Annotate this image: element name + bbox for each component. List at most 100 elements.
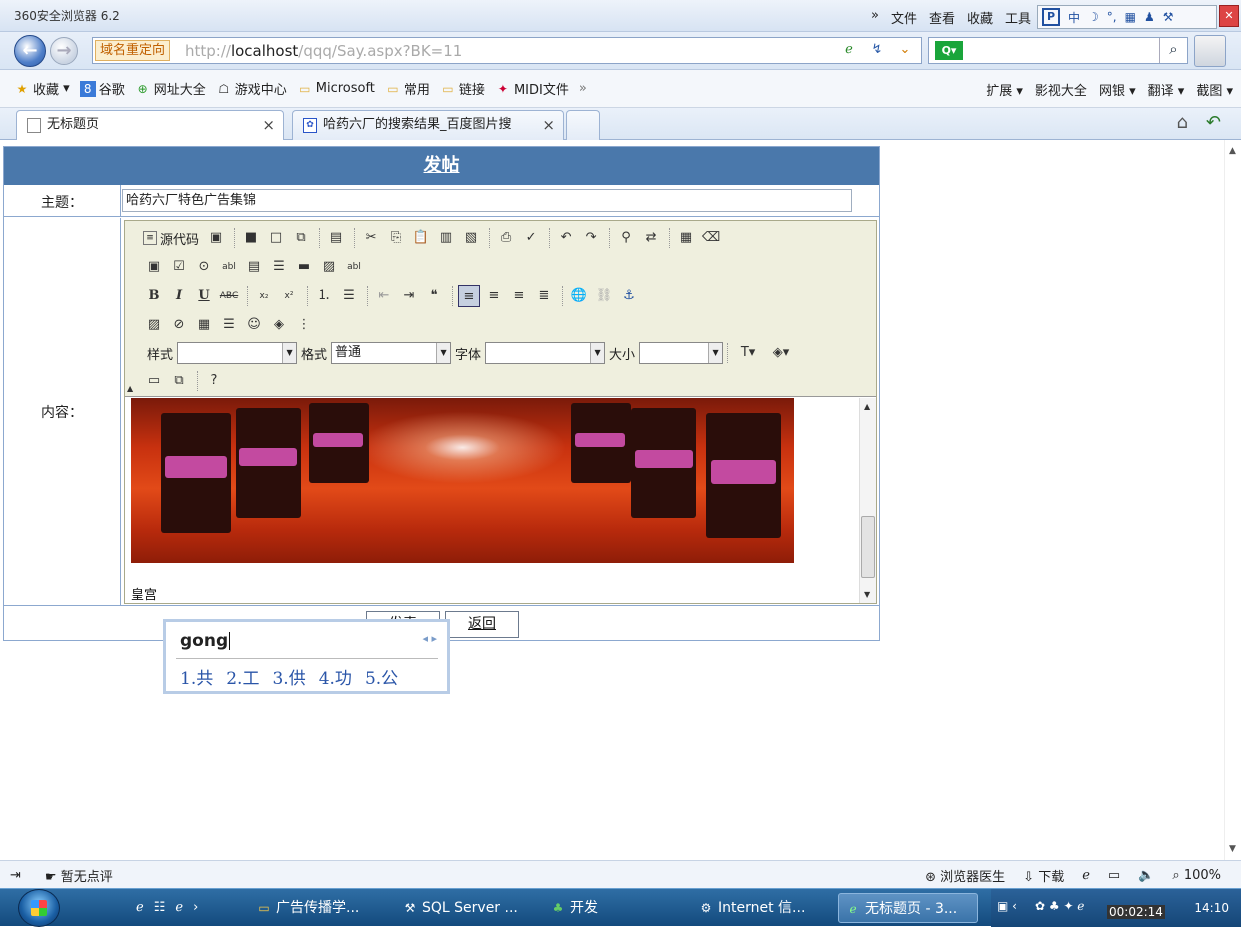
tab-close-icon[interactable]: × [262,111,275,139]
preview-zoom-icon[interactable]: ⧉ [168,370,190,392]
image-button-icon[interactable]: ▨ [318,256,340,278]
table-icon[interactable]: ▦ [193,314,215,336]
user-avatar[interactable] [1194,35,1226,67]
ime-candidate[interactable]: 2.工 [226,664,259,689]
wrench-icon[interactable]: ⚒ [1163,10,1174,24]
outdent-icon[interactable]: ⇤ [373,285,395,307]
address-bar[interactable]: 域名重定向 http://localhost/qqq/Say.aspx?BK=1… [92,37,922,64]
dropdown-arrow-icon[interactable]: ▼ [708,343,723,363]
paste-icon[interactable]: 📋 [410,227,432,249]
tab-close-icon[interactable]: × [542,111,555,139]
button-field-icon[interactable]: ▬ [293,256,315,278]
ime-page-arrows-icon[interactable]: ◂ ▸ [422,632,437,645]
redo-icon[interactable]: ↷ [580,227,602,249]
superscript-icon[interactable]: x² [278,285,300,307]
refresh-icon[interactable]: ↯ [867,41,887,61]
bg-color-icon[interactable]: ◈▾ [766,342,796,364]
form-icon[interactable]: ▣ [143,256,165,278]
ie-mode-icon[interactable]: ℯ [1082,868,1090,883]
editor-content-area[interactable]: 皇宫 ▲ ▼ [125,398,876,603]
anchor-icon[interactable]: ⚓ [618,285,640,307]
ime-candidate[interactable]: 5.公 [365,664,398,689]
fav-item-microsoft[interactable]: ▭ Microsoft [297,81,375,97]
align-left-icon[interactable]: ≡ [458,285,480,307]
show-desktop-icon[interactable]: ☷ [154,900,166,915]
window-close-button[interactable]: ✕ [1219,5,1239,27]
dropdown-icon[interactable]: ⌄ [895,41,915,61]
menu-favorites[interactable]: 收藏 [967,8,993,27]
dropdown-arrow-icon[interactable]: ▼ [590,343,605,363]
ime-candidate[interactable]: 4.功 [319,664,352,689]
special-char-icon[interactable]: ◈ [268,314,290,336]
ime-candidate[interactable]: 3.供 [272,664,305,689]
indent-icon[interactable]: ⇥ [398,285,420,307]
domain-redirect-badge[interactable]: 域名重定向 [95,40,171,61]
translate-button[interactable]: 翻译 ▾ [1148,80,1185,99]
user-icon[interactable]: ♟ [1144,10,1155,24]
style-select[interactable]: ▼ [177,342,298,364]
task-iis[interactable]: ⚙ Internet 信... [692,893,832,923]
punctuation-icon[interactable]: °, [1107,10,1117,24]
review-status[interactable]: ☛ 暂无点评 [45,866,113,885]
menu-view[interactable]: 查看 [929,8,955,27]
fav-item-google[interactable]: 8 谷歌 [79,79,125,98]
zoom-level[interactable]: ⌕ 100% [1172,868,1221,883]
replace-icon[interactable]: ⇄ [640,227,662,249]
browser-360-icon[interactable]: ℯ [136,900,144,915]
radio-icon[interactable]: ⊙ [193,256,215,278]
show-blocks-icon[interactable]: ▭ [143,370,165,392]
tab-untitled[interactable]: 无标题页 × [16,110,284,140]
new-page-icon[interactable]: □ [265,227,287,249]
fav-item-games[interactable]: ☖ 游戏中心 [216,79,286,99]
menu-tools[interactable]: 工具 [1005,8,1031,27]
save-icon[interactable]: ■ [240,227,262,249]
moon-icon[interactable]: ☽ [1088,10,1099,24]
fav-more-button[interactable]: » [579,81,587,96]
ime-candidate[interactable]: 1.共 [180,664,213,689]
italic-icon[interactable]: I [168,285,190,307]
underline-icon[interactable]: U [193,285,215,307]
subscript-icon[interactable]: x₂ [253,285,275,307]
undo-icon[interactable]: ↶ [555,227,577,249]
search-box[interactable]: Q▾ ⌕ [928,37,1188,64]
keyboard-icon[interactable]: ▦ [1125,10,1136,24]
ime-mode-label[interactable]: 中 [1068,9,1080,26]
textfield-icon[interactable]: abl [218,256,240,278]
align-right-icon[interactable]: ≡ [508,285,530,307]
task-sql-server[interactable]: ⚒ SQL Server ... [396,893,536,923]
format-select[interactable]: 普通 ▼ [331,342,452,364]
find-icon[interactable]: ⚲ [615,227,637,249]
select-field-icon[interactable]: ☰ [268,256,290,278]
ordered-list-icon[interactable]: ⒈ [313,285,335,307]
search-engine-icon[interactable]: Q▾ [935,41,963,60]
blockquote-icon[interactable]: ❝ [423,285,445,307]
text-color-icon[interactable]: T▾ [733,342,763,364]
strikethrough-icon[interactable]: ABC [218,285,240,307]
video-button[interactable]: 影视大全 [1035,80,1087,99]
task-browser[interactable]: ℯ 无标题页 - 3... [838,893,978,923]
palace-hall-image[interactable] [131,398,794,563]
textarea-icon[interactable]: ▤ [243,256,265,278]
ie-icon[interactable]: ℯ [175,900,183,915]
home-icon[interactable]: ⌂ [1176,112,1187,133]
window-icon[interactable]: ▭ [1108,868,1120,883]
scroll-down-icon[interactable]: ▼ [1229,844,1236,854]
link-icon[interactable]: 🌐 [568,285,590,307]
source-code-button[interactable]: ≡ 源代码 [143,227,199,249]
fav-item-links[interactable]: ▭ 链接 [440,79,485,99]
volume-icon[interactable]: 🔈 [1138,868,1154,883]
task-dev[interactable]: ♣ 开发 [544,893,684,923]
url-text[interactable]: http://localhost/qqq/Say.aspx?BK=11 [185,42,462,60]
fav-item-sites[interactable]: ⊕ 网址大全 [135,79,206,99]
clock[interactable]: 14:10 [1194,901,1229,915]
undo-close-icon[interactable]: ↶ [1206,112,1221,133]
copy-icon[interactable]: ⎘ [385,227,407,249]
checkbox-icon[interactable]: ☑ [168,256,190,278]
horizontal-rule-icon[interactable]: ☰ [218,314,240,336]
new-tab-button[interactable] [566,110,600,140]
fav-item-midi[interactable]: ✦ MIDI文件 [495,79,569,99]
ime-tray-icon[interactable]: ▣ ‹ [997,899,1017,913]
tab-baidu-images[interactable]: ✿ 哈药六厂的搜索结果_百度图片搜 × [292,110,564,140]
menu-more[interactable]: » [871,8,879,27]
page-scrollbar[interactable]: ▲ ▼ [1224,140,1241,860]
